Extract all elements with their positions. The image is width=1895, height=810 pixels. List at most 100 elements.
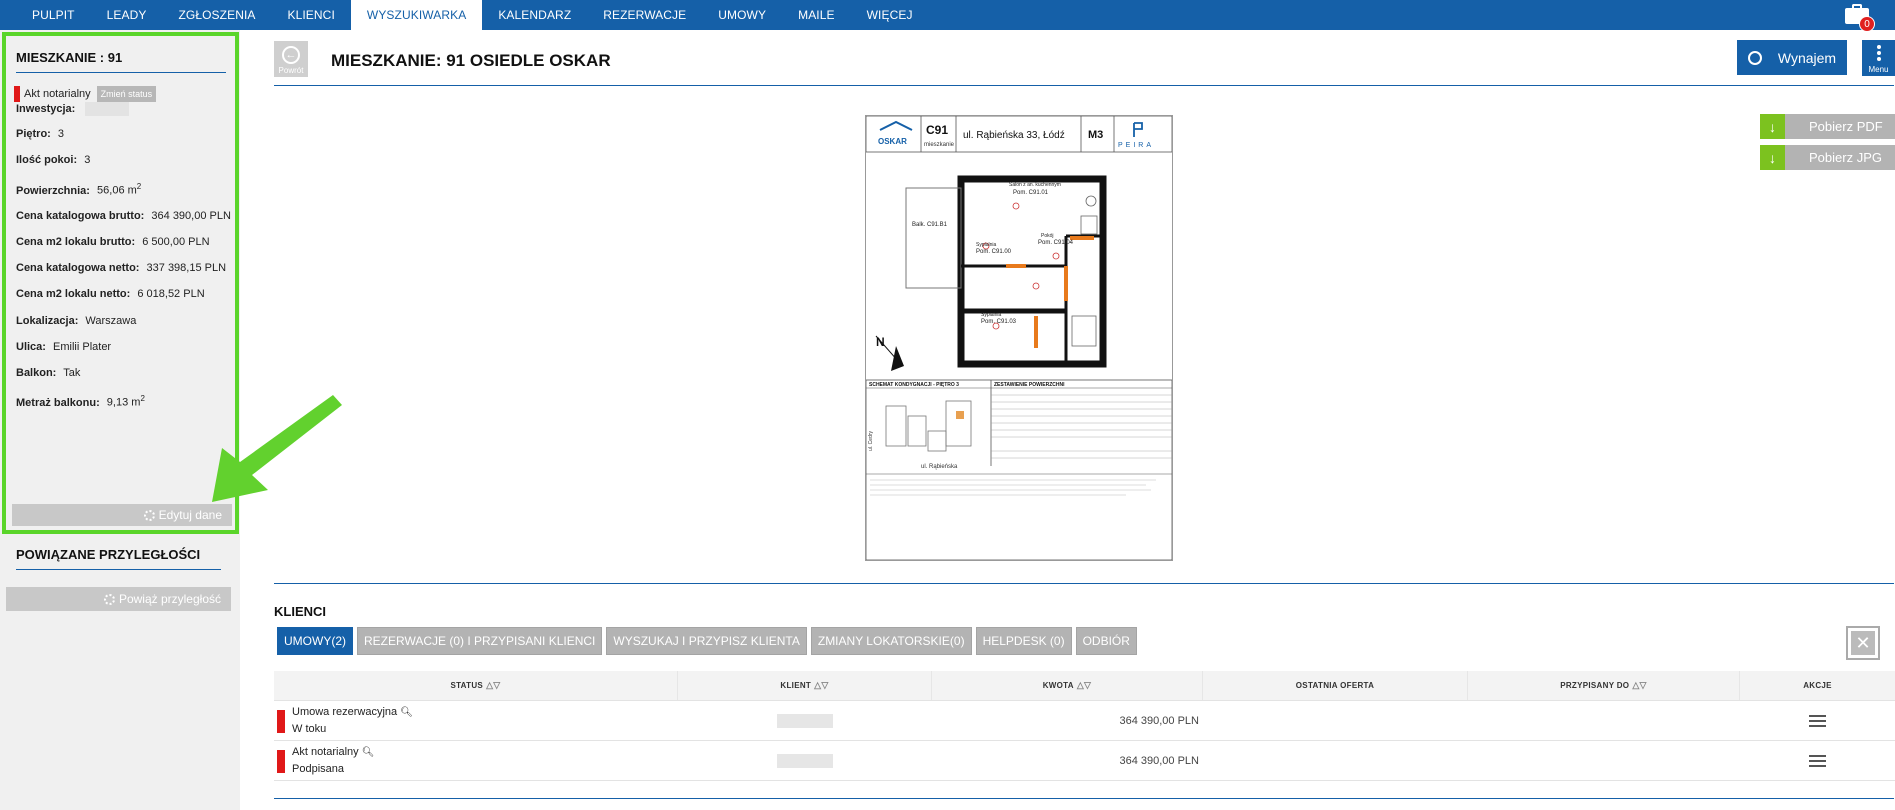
svg-text:Pom. C91.04: Pom. C91.04 — [1038, 240, 1074, 246]
column-ostatnia-oferta: OSTATNIA OFERTA — [1203, 671, 1468, 700]
clients-tabs: UMOWY(2) REZERWACJE (0) I PRZYPISANI KLI… — [277, 627, 1141, 655]
nav-klienci[interactable]: KLIENCI — [272, 0, 351, 30]
redacted-value — [777, 713, 833, 728]
svg-text:ul. Cedry: ul. Cedry — [868, 430, 874, 451]
svg-text:Pokój: Pokój — [1041, 233, 1054, 239]
status-indicator — [277, 750, 285, 773]
redacted-value — [85, 102, 130, 116]
clock-icon — [1747, 50, 1762, 65]
divider — [16, 72, 226, 73]
nav-rezerwacje[interactable]: REZERWACJE — [587, 0, 702, 30]
nav-leady[interactable]: LEADY — [91, 0, 163, 30]
svg-text:Pom. C91.03: Pom. C91.03 — [981, 319, 1017, 325]
tab-rezerwacje[interactable]: REZERWACJE (0) I PRZYPISANI KLIENCI — [357, 627, 603, 655]
svg-text:ul. Rąbieńska: ul. Rąbieńska — [921, 464, 958, 470]
field-ulica: Ulica: Emilii Plater — [16, 341, 112, 353]
redacted-value — [777, 753, 833, 768]
svg-text:Pom. C91.01: Pom. C91.01 — [1013, 190, 1049, 196]
contracts-table: STATUS △▽ KLIENT △▽ KWOTA △▽ OSTATNIA OFERT… — [274, 671, 1895, 781]
actions-menu-icon[interactable] — [1809, 713, 1826, 728]
svg-text:Salon z an. kuchennym: Salon z an. kuchennym — [1009, 182, 1061, 188]
download-jpg-button[interactable]: ↓ Pobierz JPG — [1760, 145, 1895, 170]
tab-umowy[interactable]: UMOWY(2) — [277, 627, 353, 655]
svg-text:Sypialnia: Sypialnia — [981, 312, 1002, 318]
rent-button[interactable]: Wynajem — [1737, 40, 1847, 75]
back-button[interactable]: ← Powrót — [274, 41, 308, 77]
row-status-sub: Podpisana — [292, 763, 344, 775]
search-icon[interactable]: 🔍︎ — [362, 747, 375, 758]
apartment-title: MIESZKANIE : 91 — [16, 50, 123, 65]
svg-text:Balk. C91.B1: Balk. C91.B1 — [912, 222, 948, 228]
download-icon: ↓ — [1760, 114, 1785, 139]
nav-umowy[interactable]: UMOWY — [702, 0, 782, 30]
column-klient[interactable]: KLIENT △▽ — [678, 671, 932, 700]
row-kwota: 364 390,00 PLN — [1119, 714, 1199, 727]
sort-icon: △▽ — [486, 680, 501, 690]
plan-schema: SCHEMAT KONDYGNACJI - PIĘTRO 3 — [869, 382, 959, 388]
nav-wyszukiwarka[interactable]: WYSZUKIWARKA — [350, 0, 483, 30]
close-icon: ✕ — [1851, 631, 1875, 655]
row-oferta — [1203, 741, 1468, 780]
change-status-button[interactable]: Zmień status — [96, 86, 157, 102]
field-metraz-balkonu: Metraż balkonu: 9,13 m2 — [16, 394, 145, 409]
row-status: Akt notarialny — [292, 746, 359, 758]
download-icon: ↓ — [1760, 145, 1785, 170]
column-kwota[interactable]: KWOTA △▽ — [932, 671, 1203, 700]
tab-wyszukaj[interactable]: WYSZUKAJ I PRZYPISZ KLIENTA — [606, 627, 807, 655]
row-status: Umowa rezerwacyjna — [292, 706, 398, 718]
download-pdf-button[interactable]: ↓ Pobierz PDF — [1760, 114, 1895, 139]
nav-wiecej[interactable]: WIĘCEJ — [851, 0, 929, 30]
link-related-button[interactable]: Powiąż przyległość — [6, 587, 231, 611]
edit-data-button[interactable]: Edytuj dane — [12, 504, 232, 526]
row-client[interactable] — [678, 741, 932, 780]
menu-button[interactable]: Menu — [1862, 40, 1895, 76]
plan-summary: ZESTAWIENIE POWIERZCHNI — [994, 382, 1065, 388]
table-row: Akt notarialny 🔍︎ Podpisana 364 390,00 P… — [274, 741, 1895, 781]
row-client[interactable] — [678, 701, 932, 740]
sort-icon: △▽ — [1076, 680, 1092, 690]
briefcase-icon[interactable]: 0 — [1843, 2, 1875, 32]
row-przypisany — [1468, 701, 1740, 740]
field-cena-m2-netto: Cena m2 lokalu netto: 6 018,52 PLN — [16, 288, 205, 300]
divider — [274, 85, 1894, 86]
svg-text:N: N — [876, 335, 885, 349]
nav-maile[interactable]: MAILE — [782, 0, 851, 30]
plan-address: ul. Rąbieńska 33, Łódź — [963, 130, 1065, 141]
tab-zmiany[interactable]: ZMIANY LOKATORSKIE(0) — [810, 627, 972, 655]
gear-icon — [143, 509, 155, 521]
divider — [274, 798, 1894, 799]
plan-logo: OSKAR — [878, 137, 907, 146]
svg-text:Pom. C91.00: Pom. C91.00 — [976, 249, 1012, 255]
field-pokoje: Ilość pokoi: 3 — [16, 154, 91, 166]
field-pietro: Piętro: 3 — [16, 128, 65, 140]
more-vertical-icon — [1876, 44, 1881, 62]
sort-icon: △▽ — [1632, 680, 1647, 690]
table-header: STATUS △▽ KLIENT △▽ KWOTA △▽ OSTATNIA OFERT… — [274, 671, 1895, 701]
field-powierzchnia: Powierzchnia: 56,06 m2 — [16, 182, 142, 197]
tab-odbior[interactable]: ODBIÓR — [1075, 627, 1137, 655]
apartment-layout: Salon z an. kuchennym Pom. C91.01 Pokój … — [875, 175, 1107, 371]
nav-kalendarz[interactable]: KALENDARZ — [482, 0, 587, 30]
status-indicator — [14, 86, 20, 102]
status-row: Akt notarialny Zmień status — [14, 86, 157, 102]
row-przypisany — [1468, 741, 1740, 780]
divider — [16, 569, 221, 570]
column-przypisany-do[interactable]: PRZYPISANY DO △▽ — [1468, 671, 1740, 700]
plan-unit: C91 — [926, 123, 948, 137]
svg-text:Sypialnia: Sypialnia — [976, 242, 997, 248]
field-lokalizacja: Lokalizacja: Warszawa — [16, 315, 137, 327]
table-row: Umowa rezerwacyjna 🔍︎ W toku 364 390,00 … — [274, 701, 1895, 741]
row-status-sub: W toku — [292, 723, 327, 735]
search-icon[interactable]: 🔍︎ — [400, 707, 413, 718]
tab-helpdesk[interactable]: HELPDESK (0) — [975, 627, 1072, 655]
top-nav: PULPIT LEADY ZGŁOSZENIA KLIENCI WYSZUKIW… — [0, 0, 1895, 32]
field-cena-m2-brutto: Cena m2 lokalu brutto: 6 500,00 PLN — [16, 236, 210, 248]
page-title: MIESZKANIE: 91 OSIEDLE OSKAR — [331, 51, 611, 70]
status-indicator — [277, 710, 285, 733]
gear-icon — [103, 593, 115, 605]
column-status[interactable]: STATUS △▽ — [274, 671, 678, 700]
nav-zgloszenia[interactable]: ZGŁOSZENIA — [162, 0, 271, 30]
actions-menu-icon[interactable] — [1809, 753, 1826, 768]
close-button[interactable]: ✕ — [1846, 626, 1880, 660]
nav-pulpit[interactable]: PULPIT — [0, 0, 91, 30]
